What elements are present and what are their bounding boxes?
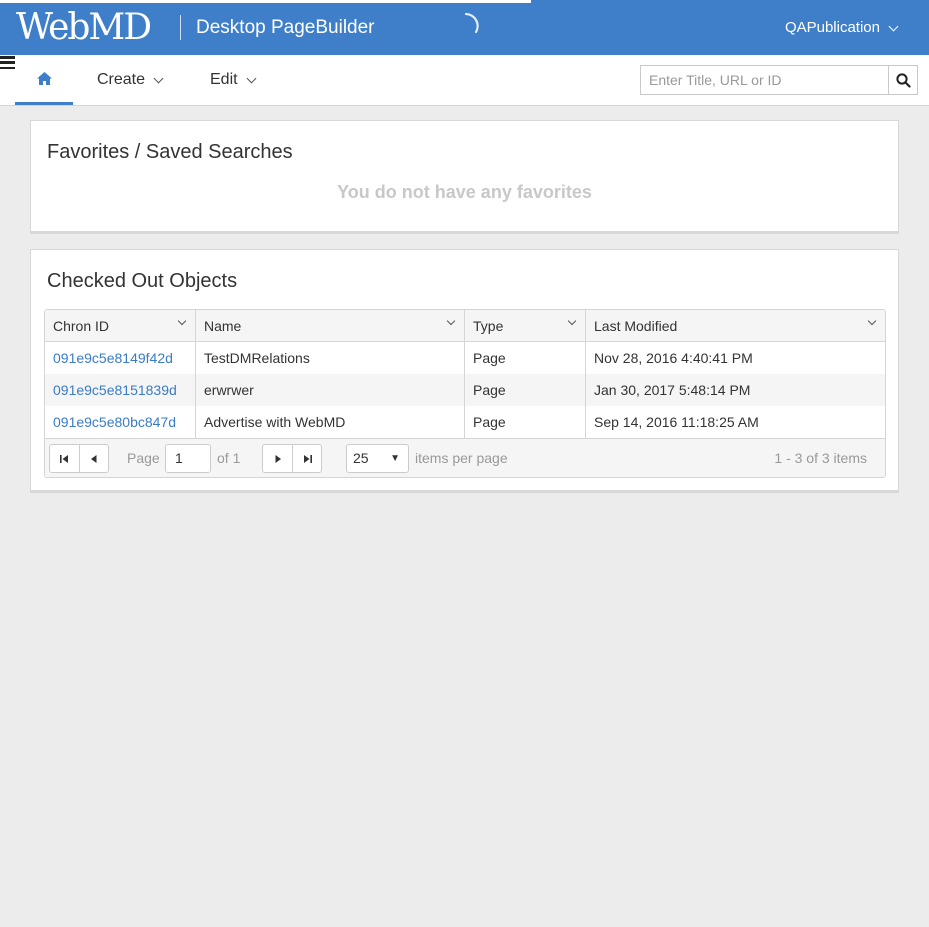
next-page-icon — [275, 454, 281, 463]
column-header-label: Name — [204, 318, 242, 334]
last-modified: Sep 14, 2016 11:18:25 AM — [594, 414, 759, 430]
column-header-chron-id[interactable]: Chron ID — [45, 310, 196, 341]
column-header-type[interactable]: Type — [465, 310, 586, 341]
column-header-last-modified[interactable]: Last Modified — [586, 310, 885, 341]
column-header-label: Type — [473, 318, 504, 334]
pager-prev-group — [49, 444, 109, 473]
user-name: QAPublication — [784, 19, 880, 36]
checked-out-grid: Chron ID Name Type Last Modified 091e9c5… — [44, 309, 886, 478]
nav-edit-menu[interactable]: Edit — [210, 55, 257, 105]
dropdown-arrow-icon: ▼ — [390, 453, 400, 464]
checked-out-title: Checked Out Objects — [47, 270, 238, 292]
favorites-panel: Favorites / Saved Searches You do not ha… — [30, 120, 899, 234]
pager-next-group — [262, 444, 322, 473]
table-row[interactable]: 091e9c5e8149f42d TestDMRelations Page No… — [45, 342, 885, 374]
object-name: TestDMRelations — [196, 342, 465, 374]
object-type: Page — [465, 406, 586, 438]
first-page-button[interactable] — [50, 445, 79, 472]
search-icon — [895, 72, 911, 88]
last-modified: Jan 30, 2017 5:48:14 PM — [594, 382, 751, 398]
previous-page-button[interactable] — [79, 445, 108, 472]
page-number-input[interactable]: 1 — [165, 444, 211, 473]
object-type: Page — [465, 374, 586, 406]
pager-info: 1 - 3 of 3 items — [774, 450, 867, 466]
last-page-button[interactable] — [292, 445, 321, 472]
nav-bar: Create Edit — [0, 55, 929, 106]
next-page-button[interactable] — [263, 445, 292, 472]
chevron-down-icon[interactable] — [567, 316, 577, 326]
chron-id-link[interactable]: 091e9c5e8151839d — [45, 374, 196, 406]
search-button[interactable] — [888, 65, 918, 95]
loading-spinner-icon — [464, 12, 479, 34]
column-header-name[interactable]: Name — [196, 310, 465, 341]
page-label: Page — [127, 450, 160, 466]
object-name: erwrwer — [196, 374, 465, 406]
items-per-page-label: items per page — [415, 450, 508, 466]
first-page-icon — [60, 454, 68, 463]
chevron-down-icon — [153, 73, 164, 83]
object-type: Page — [465, 342, 586, 374]
home-icon — [36, 72, 52, 85]
hamburger-icon[interactable] — [0, 55, 15, 70]
last-modified: Nov 28, 2016 4:40:41 PM — [594, 350, 753, 366]
nav-home[interactable] — [15, 55, 73, 105]
nav-create-menu[interactable]: Create — [97, 55, 164, 105]
chevron-down-icon — [246, 73, 257, 83]
webmd-logo[interactable]: WebMD — [16, 8, 152, 48]
page-size-select[interactable]: 25 ▼ — [346, 444, 409, 473]
chron-id-link[interactable]: 091e9c5e80bc847d — [45, 406, 196, 438]
column-header-label: Last Modified — [594, 318, 678, 334]
loading-bar — [0, 0, 531, 3]
chevron-down-icon — [888, 21, 899, 31]
page-size-value: 25 — [353, 450, 369, 466]
last-page-icon — [303, 454, 312, 463]
checked-out-panel: Checked Out Objects Chron ID Name Type L… — [30, 249, 899, 493]
page-of-label: of 1 — [217, 450, 241, 466]
user-menu[interactable]: QAPublication — [784, 18, 899, 38]
header-divider — [180, 15, 181, 40]
table-row[interactable]: 091e9c5e8151839d erwrwer Page Jan 30, 20… — [45, 374, 885, 406]
app-header: WebMD Desktop PageBuilder QAPublication — [0, 0, 929, 55]
previous-page-icon — [91, 454, 97, 463]
search-box — [640, 65, 918, 95]
chron-id-link[interactable]: 091e9c5e8149f42d — [45, 342, 196, 374]
table-row[interactable]: 091e9c5e80bc847d Advertise with WebMD Pa… — [45, 406, 885, 438]
favorites-empty-message: You do not have any favorites — [337, 182, 592, 202]
favorites-title: Favorites / Saved Searches — [47, 141, 293, 163]
nav-edit-label: Edit — [210, 71, 238, 88]
grid-pager: Page 1 of 1 25 ▼ items per page 1 - 3 of… — [45, 438, 885, 477]
app-title: Desktop PageBuilder — [196, 17, 375, 38]
search-input[interactable] — [640, 65, 889, 95]
object-name: Advertise with WebMD — [196, 406, 465, 438]
grid-header: Chron ID Name Type Last Modified — [45, 310, 885, 342]
nav-create-label: Create — [97, 71, 146, 88]
chevron-down-icon[interactable] — [867, 316, 877, 326]
chevron-down-icon[interactable] — [177, 316, 187, 326]
column-header-label: Chron ID — [53, 318, 110, 334]
chevron-down-icon[interactable] — [446, 316, 456, 326]
